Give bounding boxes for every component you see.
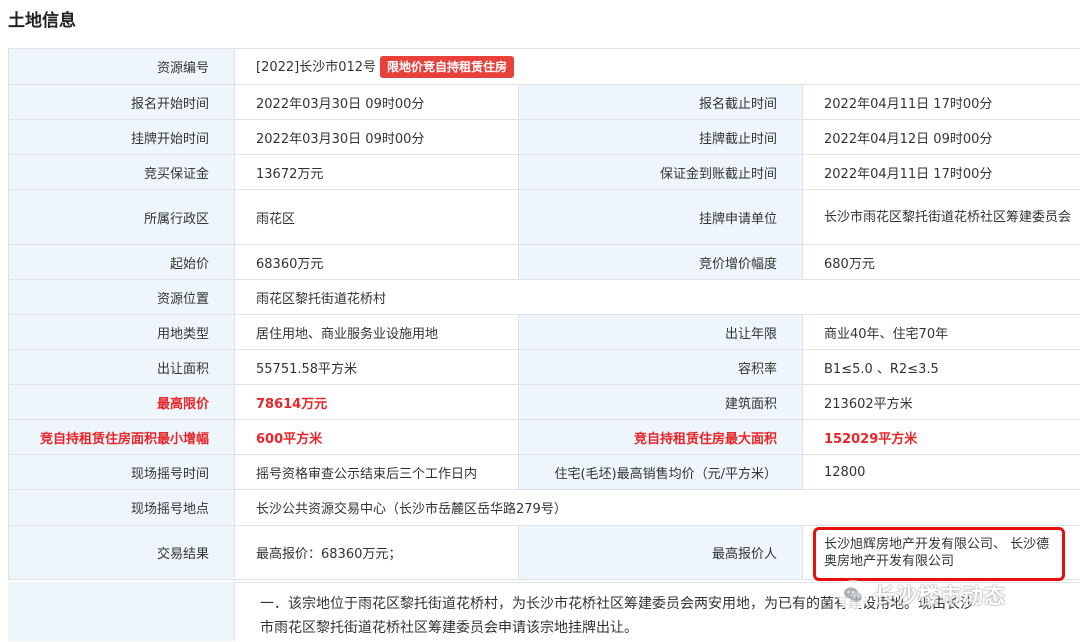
table-row: 所属行政区 雨花区 挂牌申请单位 长沙市雨花区黎托街道花桥社区筹建委员会: [9, 190, 1080, 245]
table-row: 资源位置 雨花区黎托街道花桥村: [9, 280, 1080, 315]
row-label: 出让面积: [9, 350, 235, 385]
row-label: 竞自持租赁住房最大面积: [519, 420, 803, 455]
row-label: 挂牌开始时间: [9, 120, 235, 155]
row-value: 68360万元: [235, 245, 519, 280]
row-label: 现场摇号地点: [9, 490, 235, 526]
row-value: 152029平方米: [803, 420, 1080, 455]
row-label: 竞价增价幅度: [519, 245, 803, 280]
notes-line: 市雨花区黎托街道花桥社区筹建委员会申请该宗地挂牌出让。: [260, 616, 1060, 640]
notes-label-cell: [8, 582, 235, 641]
table-row: 报名开始时间 2022年03月30日 09时00分 报名截止时间 2022年04…: [9, 85, 1080, 120]
row-value: 商业40年、住宅70年: [803, 315, 1080, 350]
highlight-box: [813, 527, 1065, 581]
row-value: 600平方米: [235, 420, 519, 455]
row-value: 12800: [803, 455, 1080, 490]
row-label: 报名开始时间: [9, 85, 235, 120]
row-label: 现场摇号时间: [9, 455, 235, 490]
row-value: 摇号资格审查公示结束后三个工作日内: [235, 455, 519, 490]
row-label: 竞买保证金: [9, 155, 235, 190]
page-title: 土地信息: [8, 6, 76, 31]
wechat-icon: [838, 580, 868, 610]
row-label: 最高报价人: [519, 526, 803, 580]
row-label: 建筑面积: [519, 385, 803, 420]
row-value: 长沙公共资源交易中心（长沙市岳麓区岳华路279号）: [235, 490, 1080, 526]
table-row: 出让面积 55751.58平方米 容积率 B1≤5.0 、R2≤3.5: [9, 350, 1080, 385]
row-value: 最高报价：68360万元；: [235, 526, 519, 580]
row-value: 680万元: [803, 245, 1080, 280]
row-label: 报名截止时间: [519, 85, 803, 120]
row-label: 资源编号: [9, 49, 235, 85]
row-value: 雨花区: [235, 190, 519, 245]
row-value: 2022年03月30日 09时00分: [235, 85, 519, 120]
row-value: 长沙市雨花区黎托街道花桥社区筹建委员会: [824, 209, 1080, 226]
row-label: 住宅(毛坯)最高销售均价（元/平方米）: [519, 455, 803, 490]
row-value: 居住用地、商业服务业设施用地: [235, 315, 519, 350]
row-label: 竞自持租赁住房面积最小增幅: [9, 420, 235, 455]
row-label: 用地类型: [9, 315, 235, 350]
row-value: 雨花区黎托街道花桥村: [235, 280, 1080, 315]
table-row: 竞买保证金 13672万元 保证金到账截止时间 2022年04月11日 17时0…: [9, 155, 1080, 190]
table-row: 现场摇号地点 长沙公共资源交易中心（长沙市岳麓区岳华路279号）: [9, 490, 1080, 526]
row-value: 2022年03月30日 09时00分: [235, 120, 519, 155]
table-row: 起始价 68360万元 竞价增价幅度 680万元: [9, 245, 1080, 280]
applicant-cell: 长沙市雨花区黎托街道花桥社区筹建委员会: [803, 190, 1080, 245]
row-value: 2022年04月12日 09时00分: [803, 120, 1080, 155]
rental-housing-badge: 限地价竞自持租赁住房: [380, 56, 514, 78]
row-label: 出让年限: [519, 315, 803, 350]
row-value: 2022年04月11日 17时00分: [803, 155, 1080, 190]
row-label: 资源位置: [9, 280, 235, 315]
row-label: 交易结果: [9, 526, 235, 580]
row-label: 挂牌截止时间: [519, 120, 803, 155]
table-row: 资源编号 [2022]长沙市012号限地价竞自持租赁住房: [9, 49, 1080, 85]
resource-number-value: [2022]长沙市012号: [256, 60, 376, 75]
table-row: 竞自持租赁住房面积最小增幅 600平方米 竞自持租赁住房最大面积 152029平…: [9, 420, 1080, 455]
table-row: 最高限价 78614万元 建筑面积 213602平方米: [9, 385, 1080, 420]
row-label: 保证金到账截止时间: [519, 155, 803, 190]
row-label: 最高限价: [9, 385, 235, 420]
row-value: 13672万元: [235, 155, 519, 190]
row-value: 213602平方米: [803, 385, 1080, 420]
row-label: 容积率: [519, 350, 803, 385]
land-info-table: 资源编号 [2022]长沙市012号限地价竞自持租赁住房 报名开始时间 2022…: [8, 48, 1080, 580]
watermark: 长沙楼市动态: [838, 578, 1078, 612]
row-label: 挂牌申请单位: [519, 190, 803, 245]
row-value: 2022年04月11日 17时00分: [803, 85, 1080, 120]
row-value: 78614万元: [235, 385, 519, 420]
table-row: 现场摇号时间 摇号资格审查公示结束后三个工作日内 住宅(毛坯)最高销售均价（元/…: [9, 455, 1080, 490]
row-value: B1≤5.0 、R2≤3.5: [803, 350, 1080, 385]
row-label: 所属行政区: [9, 190, 235, 245]
table-row: 挂牌开始时间 2022年03月30日 09时00分 挂牌截止时间 2022年04…: [9, 120, 1080, 155]
resource-number-cell: [2022]长沙市012号限地价竞自持租赁住房: [235, 49, 1080, 85]
row-value: 55751.58平方米: [235, 350, 519, 385]
watermark-text: 长沙楼市动态: [874, 580, 1006, 610]
row-label: 起始价: [9, 245, 235, 280]
table-row: 用地类型 居住用地、商业服务业设施用地 出让年限 商业40年、住宅70年: [9, 315, 1080, 350]
